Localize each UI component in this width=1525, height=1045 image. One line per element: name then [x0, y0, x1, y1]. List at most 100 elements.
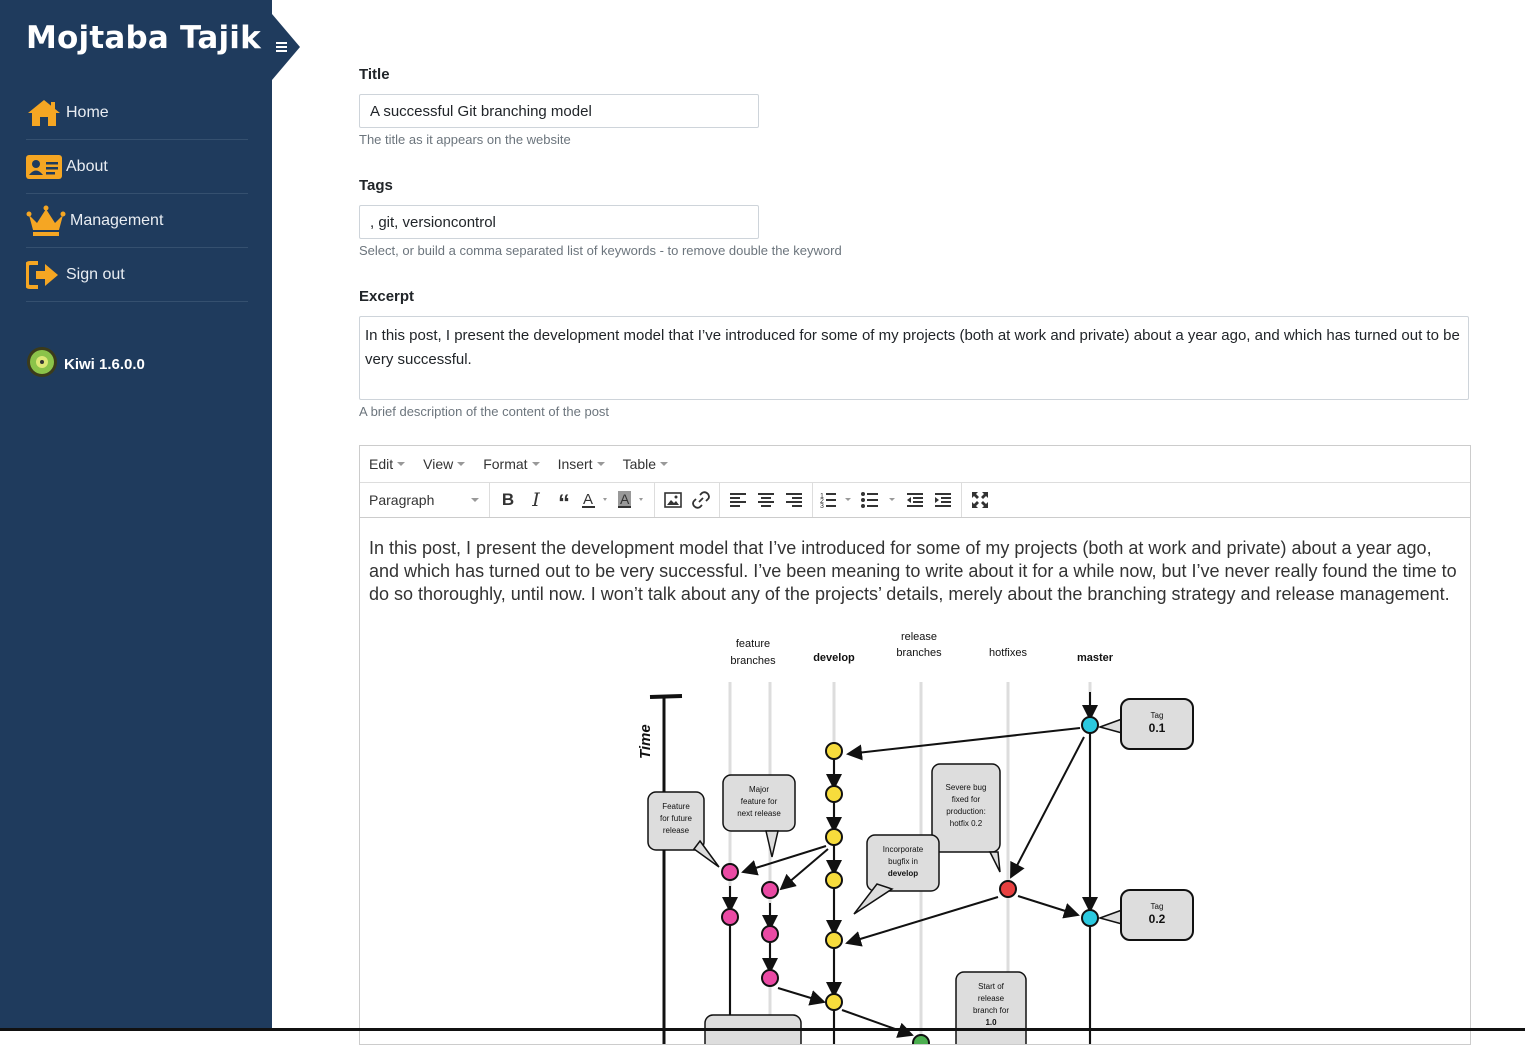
menu-insert[interactable]: Insert	[558, 456, 605, 472]
sidebar-item-home[interactable]: Home	[26, 86, 248, 140]
sidebar: Mojtaba Tajik Home About Management Sign…	[0, 0, 272, 1028]
sidebar-item-about[interactable]: About	[26, 140, 248, 194]
crown-icon	[26, 205, 66, 237]
menu-view[interactable]: View	[423, 456, 466, 472]
menu-label: Edit	[369, 456, 394, 472]
menu-edit[interactable]: Edit	[369, 456, 406, 472]
caret-down-icon	[397, 462, 406, 466]
sidebar-item-label: Home	[66, 103, 109, 121]
version-info: Kiwi 1.6.0.0	[26, 346, 145, 382]
svg-text:Major: Major	[749, 785, 769, 794]
caret-down-icon	[660, 462, 669, 466]
col-master: master	[1077, 652, 1114, 664]
svg-text:production:: production:	[946, 807, 986, 816]
image-icon[interactable]	[659, 486, 687, 514]
sidebar-item-management[interactable]: Management	[26, 194, 248, 248]
menu-table[interactable]: Table	[622, 456, 669, 472]
col-release-2: branches	[896, 647, 942, 659]
brand-title[interactable]: Mojtaba Tajik	[26, 20, 261, 56]
sidebar-toggle-button[interactable]	[270, 14, 300, 80]
time-label: Time	[637, 724, 654, 759]
svg-text:Tag: Tag	[1151, 711, 1164, 720]
numbered-list-icon[interactable]: 123	[817, 486, 857, 514]
excerpt-help-text: A brief description of the content of th…	[359, 404, 610, 419]
release-commit	[912, 1034, 930, 1044]
excerpt-textarea[interactable]: In this post, I present the development …	[359, 316, 1469, 400]
menu-label: Insert	[557, 456, 593, 472]
git-branching-diagram: feature branches develop release branche…	[637, 631, 1194, 1044]
col-hotfixes: hotfixes	[989, 647, 1027, 659]
sign-out-icon	[26, 259, 62, 291]
editor-menubar: Edit View Format Insert Table	[360, 446, 1470, 483]
tags-input[interactable]	[359, 205, 759, 239]
editor-paragraph[interactable]: In this post, I present the development …	[369, 537, 1461, 606]
svg-text:Severe bug: Severe bug	[946, 783, 987, 792]
col-feature-1: feature	[736, 638, 770, 650]
title-input[interactable]	[359, 94, 759, 128]
hotfix-commit	[999, 880, 1017, 898]
svg-text:Tag: Tag	[1151, 902, 1164, 911]
italic-icon[interactable]: I	[522, 486, 550, 514]
sidebar-item-label: About	[66, 157, 108, 175]
tag-0-2: Tag 0.2	[1097, 889, 1194, 941]
link-icon[interactable]	[687, 486, 715, 514]
excerpt-label: Excerpt	[359, 288, 415, 305]
svg-text:release: release	[663, 826, 690, 835]
blockquote-icon[interactable]: “	[550, 482, 578, 518]
svg-text:hotfix 0.2: hotfix 0.2	[950, 819, 983, 828]
sidebar-item-label: Sign out	[66, 265, 125, 283]
title-label: Title	[359, 66, 390, 83]
sidebar-item-sign-out[interactable]: Sign out	[26, 248, 248, 302]
indent-icon[interactable]	[929, 486, 957, 514]
caret-down-icon	[596, 462, 605, 466]
svg-text:Incorporate: Incorporate	[883, 845, 924, 854]
caret-down-icon	[531, 462, 540, 466]
bullet-list-icon[interactable]	[857, 486, 901, 514]
svg-text:develop: develop	[888, 869, 918, 878]
callout-severe-bug: Severe bug fixed for production: hotfix …	[931, 763, 1001, 873]
callout-feature-future: Feature for future release	[647, 791, 720, 868]
kiwi-logo-icon	[26, 346, 58, 382]
col-release-1: release	[901, 631, 937, 643]
tags-label: Tags	[359, 177, 393, 194]
svg-text:0.2: 0.2	[1149, 912, 1166, 926]
svg-text:branch for: branch for	[973, 1006, 1009, 1015]
caret-down-icon	[457, 462, 466, 466]
tag-0-1: Tag 0.1	[1097, 698, 1194, 750]
svg-text:fixed for: fixed for	[952, 795, 981, 804]
text-color-icon[interactable]: A	[578, 486, 614, 514]
block-format-select[interactable]: Paragraph	[364, 486, 485, 514]
col-feature-2: branches	[730, 655, 776, 667]
version-label: Kiwi 1.6.0.0	[64, 355, 145, 373]
callout-incorporate-bugfix: Incorporate bugfix in develop	[853, 834, 940, 915]
caret-down-icon	[471, 498, 479, 502]
block-format-value: Paragraph	[369, 492, 435, 508]
align-left-icon[interactable]	[724, 486, 752, 514]
id-card-icon	[26, 151, 62, 183]
tags-help-text: Select, or build a comma separated list …	[359, 243, 842, 258]
svg-text:0.1: 0.1	[1149, 721, 1166, 735]
svg-text:A: A	[620, 491, 630, 507]
callout-start-release: Start of release branch for 1.0	[955, 971, 1027, 1044]
editor-content-area[interactable]: In this post, I present the development …	[360, 517, 1470, 1044]
editor-toolbar: Paragraph B I “ A A 1 2 3	[360, 483, 1470, 518]
align-right-icon[interactable]	[780, 486, 808, 514]
sidebar-item-label: Management	[70, 211, 164, 229]
menu-label: View	[423, 456, 454, 472]
svg-text:3: 3	[820, 503, 824, 509]
outdent-icon[interactable]	[901, 486, 929, 514]
bold-icon[interactable]: B	[494, 486, 522, 514]
callout-major-feature: Major feature for next release	[722, 774, 796, 858]
fullscreen-icon[interactable]	[966, 486, 994, 514]
svg-text:A: A	[583, 491, 593, 508]
col-develop: develop	[813, 652, 855, 664]
home-icon	[26, 97, 62, 129]
background-color-icon[interactable]: A	[614, 486, 650, 514]
align-center-icon[interactable]	[752, 486, 780, 514]
sidebar-nav: Home About Management Sign out	[26, 86, 248, 302]
menu-format[interactable]: Format	[483, 456, 540, 472]
svg-text:feature for: feature for	[741, 797, 778, 806]
svg-text:1.0: 1.0	[985, 1018, 997, 1027]
svg-text:for future: for future	[660, 814, 693, 823]
menu-label: Table	[622, 456, 657, 472]
